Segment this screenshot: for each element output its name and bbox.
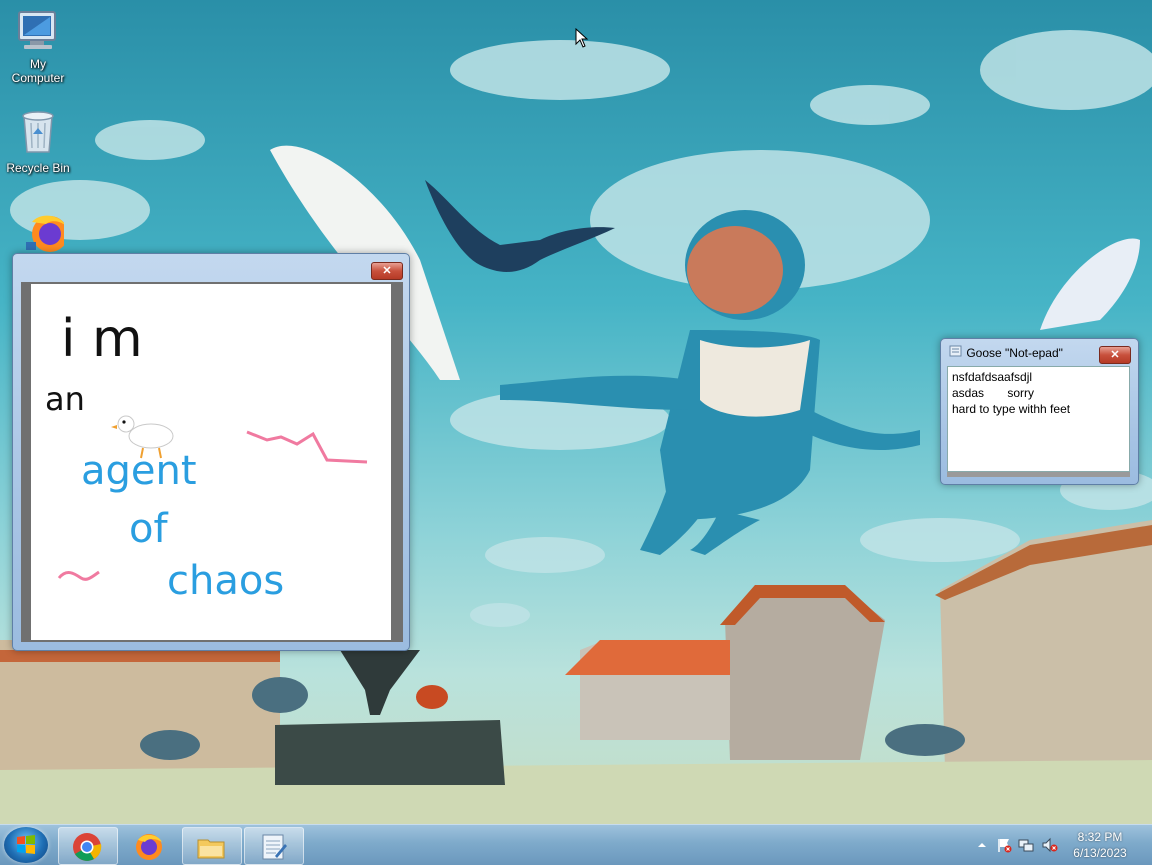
recycle-bin-icon	[2, 108, 74, 159]
desktop-icon-recycle-bin[interactable]: Recycle Bin	[2, 108, 74, 175]
taskbar-file-explorer-button[interactable]	[182, 827, 242, 865]
notepad-titlebar: Goose "Not-epad"	[949, 345, 1063, 360]
taskbar-chrome-button[interactable]	[58, 827, 118, 865]
drawing-text-chaos: chaos	[167, 558, 284, 604]
clock-date: 6/13/2023	[1073, 846, 1127, 860]
paint-window[interactable]: ✕ i m an agent of chaos	[12, 253, 410, 651]
drawing-text-agent: agent	[81, 448, 197, 494]
paint-canvas-frame: i m an agent of chaos	[21, 282, 403, 642]
notepad-line: asdas sorry	[952, 386, 1035, 400]
pink-scribble	[246, 430, 368, 464]
network-icon[interactable]	[1018, 837, 1034, 853]
notepad-icon	[262, 834, 287, 860]
notepad-app-icon	[949, 345, 966, 360]
drawing-text-of: of	[129, 506, 168, 552]
desktop-icon-label: Computer	[11, 71, 65, 85]
taskbar: 8:32 PM 6/13/2023	[0, 824, 1152, 865]
taskbar-clock[interactable]: 8:32 PM 6/13/2023	[1060, 829, 1140, 861]
action-center-flag-icon[interactable]	[996, 837, 1012, 853]
show-hidden-icons-icon[interactable]	[974, 837, 990, 853]
paint-canvas[interactable]: i m an agent of chaos	[31, 284, 391, 640]
notepad-text-area[interactable]: nsfdafdsaafsdjl asdas sorry hard to type…	[947, 366, 1130, 472]
file-explorer-icon	[197, 839, 225, 859]
notepad-line: hard to type withh feet	[952, 402, 1071, 416]
pink-squiggle	[57, 570, 100, 581]
start-button[interactable]	[4, 827, 48, 863]
notepad-horizontal-scrollbar[interactable]	[947, 472, 1130, 477]
desktop-icon-label: Recycle Bin	[6, 161, 70, 175]
goose-notepad-window[interactable]: Goose "Not-epad" ✕ nsfdafdsaafsdjl asdas…	[940, 338, 1139, 485]
drawing-text-i-m: i m	[61, 309, 143, 369]
windows-logo-icon	[17, 835, 35, 854]
taskbar-notepad-button[interactable]	[244, 827, 304, 865]
notepad-close-button[interactable]: ✕	[1099, 346, 1131, 364]
firefox-icon	[136, 834, 162, 860]
mouse-cursor-icon	[575, 27, 589, 53]
desktop-icon-my-computer[interactable]: My Computer	[2, 8, 74, 85]
volume-muted-icon[interactable]	[1042, 837, 1058, 853]
drawing-strokes: i m an agent of chaos	[45, 309, 368, 604]
taskbar-firefox-button[interactable]	[120, 827, 180, 865]
notepad-title-text: Goose "Not-epad"	[966, 346, 1063, 360]
clock-time: 8:32 PM	[1077, 830, 1123, 844]
chrome-icon	[73, 833, 102, 861]
my-computer-icon	[2, 8, 74, 55]
desktop-icon-label: My	[30, 57, 46, 71]
drawing-text-an: an	[45, 380, 85, 418]
paint-close-button[interactable]: ✕	[371, 262, 403, 280]
notepad-line: nsfdafdsaafsdjl	[952, 370, 1033, 384]
firefox-icon	[4, 212, 76, 255]
desktop-icon-firefox[interactable]	[4, 212, 76, 257]
